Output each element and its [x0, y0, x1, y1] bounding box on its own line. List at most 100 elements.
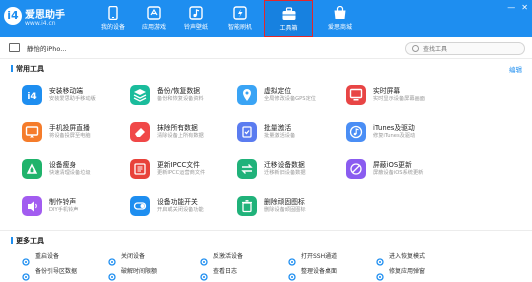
tool-title: 抹除所有数据: [157, 124, 198, 132]
clean-icon: [22, 159, 42, 179]
switch-icon: [130, 196, 150, 216]
music-icon: [189, 6, 203, 20]
restart-icon: [22, 251, 30, 266]
tool-tile[interactable]: 删除顽固图标 删除设备顽固图标: [237, 194, 347, 222]
logo-url: www.i4.cn: [25, 20, 56, 27]
more-tool-label: 整理设备桌面: [301, 268, 338, 275]
tool-description: 安装爱思助手移动版: [49, 96, 96, 102]
tool-description: 快速清理设备垃圾: [49, 170, 91, 176]
block-update-icon: [346, 159, 366, 179]
tool-title: 迁移设备数据: [264, 161, 305, 169]
svg-text:i4: i4: [27, 92, 36, 102]
tool-description: 删除设备顽固图标: [264, 207, 306, 213]
i4-logo-icon: i4: [4, 7, 22, 25]
top-navigation-bar: i4 爱思助手 www.i4.cn 我的设备 应用游戏 铃声壁纸 智能刷机 工具…: [0, 0, 532, 37]
tool-tile[interactable]: 制作铃声 DIY手机铃声: [22, 194, 132, 222]
delete-icon-icon: [237, 196, 257, 216]
more-tool-label: 查看日志: [213, 268, 238, 275]
logo-name: 爱思助手: [25, 10, 65, 21]
log-icon: [200, 266, 208, 281]
nav-ringtones-wallpapers[interactable]: 铃声壁纸: [172, 0, 220, 37]
tool-tile[interactable]: 批量激活 批量激活设备: [237, 120, 347, 148]
tool-description: 将设备投屏至电脑: [49, 133, 91, 139]
more-tool-label: 进入恢复模式: [389, 253, 426, 260]
tool-tile[interactable]: 手机投屏直播 将设备投屏至电脑: [22, 120, 132, 148]
tool-title: 虚拟定位: [264, 87, 292, 95]
tool-tile[interactable]: 设备瘦身 快速清理设备垃圾: [22, 157, 132, 185]
tool-tile[interactable]: 屏蔽iOS更新 屏蔽设备iOS系统更新: [346, 157, 456, 185]
device-icon: [108, 6, 118, 20]
app-logo: i4 爱思助手 www.i4.cn: [4, 3, 76, 34]
tool-tile[interactable]: 实时屏幕 实时显示设备屏幕画面: [346, 83, 456, 111]
window-controls: — ✕: [507, 4, 528, 12]
search-box[interactable]: [405, 42, 525, 55]
device-name[interactable]: 静怡的iPho...: [27, 43, 66, 53]
more-tool-label: 修复应用弹窗: [389, 268, 426, 275]
tool-description: 清除设备上所有数据: [157, 133, 204, 139]
layers-icon: [130, 85, 150, 105]
tool-tile[interactable]: 迁移设备数据 迁移新旧设备数据: [237, 157, 347, 185]
tool-description: 实时显示设备屏幕画面: [373, 96, 425, 102]
tool-tile[interactable]: 备份/恢复数据 备份和恢复设备资料: [130, 83, 240, 111]
search-input[interactable]: [423, 44, 518, 54]
tool-title: 删除顽固图标: [264, 198, 305, 206]
tool-title: 制作铃声: [49, 198, 77, 206]
nav-smart-flash[interactable]: 智能刷机: [216, 0, 264, 37]
tool-title: 安装移动端: [49, 87, 83, 95]
more-tool-item[interactable]: 进入恢复模式: [376, 249, 486, 266]
more-tools-heading: 更多工具: [11, 236, 44, 246]
backup-icon: [22, 266, 30, 281]
tool-title: 更新IPCC文件: [157, 161, 200, 169]
flash-icon: [233, 6, 247, 20]
eraser-icon: [130, 122, 150, 142]
nav-apps-games[interactable]: 应用游戏: [130, 0, 178, 37]
activate-icon: [237, 122, 257, 142]
more-tool-label: 备份引导区数据: [35, 268, 78, 275]
power-icon: [108, 251, 116, 266]
tool-description: 备份和恢复设备资料: [157, 96, 204, 102]
nav-toolbox[interactable]: 工具箱: [264, 0, 313, 37]
close-icon[interactable]: ✕: [521, 4, 528, 12]
tool-title: iTunes及驱动: [373, 124, 415, 132]
ssh-icon: [288, 251, 296, 266]
tool-description: 更新IPCC运营商文件: [157, 170, 206, 176]
tool-tile[interactable]: i4 安装移动端 安装爱思助手移动版: [22, 83, 132, 111]
tool-description: 批量激活设备: [264, 133, 296, 139]
deactivate-icon: [200, 251, 208, 266]
search-icon: [412, 45, 419, 52]
screen-icon: [346, 85, 366, 105]
tool-description: 修复iTunes及驱动: [373, 133, 416, 139]
desktop-icon: [288, 266, 296, 281]
cast-icon: [22, 122, 42, 142]
more-tool-label: 破解时间限额: [121, 268, 158, 275]
tool-tile[interactable]: iTunes及驱动 修复iTunes及驱动: [346, 120, 456, 148]
fix-popup-icon: [376, 266, 384, 281]
toolbox-icon: [282, 7, 295, 20]
tool-tile[interactable]: 设备功能开关 开启或关闭设备功能: [130, 194, 240, 222]
nav-store[interactable]: 爱思商城: [316, 0, 364, 37]
tool-description: DIY手机铃声: [49, 207, 79, 213]
tool-tile[interactable]: 更新IPCC文件 更新IPCC运营商文件: [130, 157, 240, 185]
tool-title: 实时屏幕: [373, 87, 401, 95]
more-tool-label: 关闭设备: [121, 253, 146, 260]
itunes-icon: [346, 122, 366, 142]
tool-title: 备份/恢复数据: [157, 87, 201, 95]
tool-description: 全局修改设备GPS定位: [264, 96, 316, 102]
recovery-icon: [376, 251, 384, 266]
apps-icon: [147, 6, 161, 20]
ringtone-icon: [22, 196, 42, 216]
more-tool-label: 打开SSH通道: [301, 253, 338, 260]
tool-title: 批量激活: [264, 124, 292, 132]
tool-tile[interactable]: 虚拟定位 全局修改设备GPS定位: [237, 83, 347, 111]
minimize-icon[interactable]: —: [507, 4, 515, 12]
tool-tile[interactable]: 抹除所有数据 清除设备上所有数据: [130, 120, 240, 148]
edit-link[interactable]: 编辑: [509, 64, 522, 74]
clock-icon: [108, 266, 116, 281]
more-tool-item[interactable]: 修复应用弹窗: [376, 264, 486, 281]
tool-title: 设备瘦身: [49, 161, 77, 169]
device-bar: 静怡的iPho...: [0, 37, 532, 59]
tool-title: 设备功能开关: [157, 198, 198, 206]
store-icon: [334, 6, 346, 19]
common-tools-heading: 常用工具: [11, 64, 44, 74]
computer-icon: [9, 43, 20, 52]
